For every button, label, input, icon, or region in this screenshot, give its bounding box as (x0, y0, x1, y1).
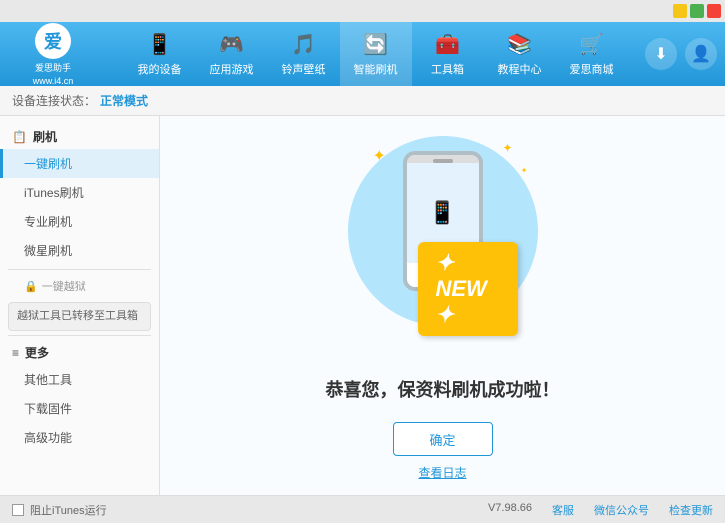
sidebar-section-more: ≡ 更多 (0, 340, 159, 365)
nav-label-device: 我的设备 (138, 61, 182, 77)
sidebar-item-pro[interactable]: 专业刷机 (0, 207, 159, 236)
sidebar-item-itunes[interactable]: iTunes刷机 (0, 178, 159, 207)
logo-url: www.i4.cn (33, 76, 74, 86)
nav-item-tools[interactable]: 🧰 工具箱 (412, 22, 484, 86)
success-text: 恭喜您，保资料刷机成功啦！ (326, 376, 560, 402)
header: 爱 爱思助手 www.i4.cn 📱 我的设备 🎮 应用游戏 🎵 铃声壁纸 🔄 … (0, 22, 725, 86)
apps-icon: 🎮 (219, 32, 244, 57)
status-label: 设备连接状态： (12, 92, 96, 109)
sidebar-item-micro[interactable]: 微星刷机 (0, 236, 159, 265)
main-layout: 📋 刷机 一键刷机 iTunes刷机 专业刷机 微星刷机 🔒 一键越狱 (0, 116, 725, 495)
sidebar-label-itunes: iTunes刷机 (24, 186, 84, 200)
sidebar-label-pro: 专业刷机 (24, 215, 72, 229)
nav-item-apps[interactable]: 🎮 应用游戏 (196, 22, 268, 86)
sidebar-section-jailbreak: 🔒 一键越狱 (0, 274, 159, 298)
nav-item-device[interactable]: 📱 我的设备 (124, 22, 196, 86)
sidebar-divider-2 (8, 335, 151, 336)
nav-label-shop: 爱思商城 (570, 61, 614, 77)
nav-label-apps: 应用游戏 (210, 61, 254, 77)
minimize-btn[interactable] (673, 4, 687, 18)
phone-illustration: ✦ ✦ ✦ 📱 ✦ NEW ✦ (343, 136, 543, 356)
shop-icon: 🛒 (579, 32, 604, 57)
confirm-button[interactable]: 确定 (393, 422, 493, 456)
sidebar-label-download-firmware: 下载固件 (24, 402, 72, 416)
nav-item-tutorial[interactable]: 📚 教程中心 (484, 22, 556, 86)
nav-label-tools: 工具箱 (431, 61, 464, 77)
wechat-official-link[interactable]: 微信公众号 (594, 502, 649, 518)
sidebar: 📋 刷机 一键刷机 iTunes刷机 专业刷机 微星刷机 🔒 一键越狱 (0, 116, 160, 495)
stop-itunes-checkbox[interactable] (12, 504, 24, 516)
maximize-btn[interactable] (690, 4, 704, 18)
download-btn[interactable]: ⬇ (645, 38, 677, 70)
nav-item-shop[interactable]: 🛒 爱思商城 (556, 22, 628, 86)
sparkle-2: ✦ (502, 141, 512, 155)
nav-items: 📱 我的设备 🎮 应用游戏 🎵 铃声壁纸 🔄 智能刷机 🧰 工具箱 📚 (106, 22, 645, 86)
footer-left: 阻止iTunes运行 (12, 502, 107, 518)
footer-right: V7.98.66 客服 微信公众号 检查更新 (488, 502, 713, 518)
device-icon: 📱 (147, 32, 172, 57)
confirm-label: 确定 (429, 430, 455, 449)
sidebar-label-other-tools: 其他工具 (24, 373, 72, 387)
sidebar-jailbreak-notice: 越狱工具已转移至工具箱 (8, 302, 151, 331)
tutorial-icon: 📚 (507, 32, 532, 57)
status-bar: 设备连接状态： 正常模式 (0, 86, 725, 116)
new-badge-stars-left: ✦ (436, 250, 454, 275)
title-bar (0, 0, 725, 22)
more-section-icon: ≡ (12, 346, 19, 360)
nav-item-smart[interactable]: 🔄 智能刷机 (340, 22, 412, 86)
ringtone-icon: 🎵 (291, 32, 316, 57)
close-btn[interactable] (707, 4, 721, 18)
new-badge-text: NEW (436, 276, 487, 301)
nav-label-smart: 智能刷机 (354, 61, 398, 77)
notice-text: 越狱工具已转移至工具箱 (17, 310, 138, 322)
sidebar-label-micro: 微星刷机 (24, 244, 72, 258)
check-update-link[interactable]: 检查更新 (669, 502, 713, 518)
new-badge-stars-right: ✦ (436, 302, 454, 327)
sidebar-divider-1 (8, 269, 151, 270)
version-number: V7.98.66 (488, 502, 532, 518)
lock-icon: 🔒 (24, 280, 38, 293)
content-area: ✦ ✦ ✦ 📱 ✦ NEW ✦ (160, 116, 725, 495)
sparkle-1: ✦ (373, 146, 386, 166)
header-right: ⬇ 👤 (645, 38, 717, 70)
sidebar-item-advanced[interactable]: 高级功能 (0, 423, 159, 452)
sidebar-section-flash-label: 刷机 (33, 128, 57, 145)
logo-title: 爱思助手 (35, 61, 71, 74)
smart-icon: 🔄 (363, 32, 388, 57)
logo-icon: 爱 (35, 23, 71, 59)
log-link[interactable]: 查看日志 (418, 464, 466, 481)
stop-itunes-label: 阻止iTunes运行 (30, 502, 107, 518)
sidebar-item-download-firmware[interactable]: 下载固件 (0, 394, 159, 423)
logo-area: 爱 爱思助手 www.i4.cn (8, 23, 98, 86)
nav-label-tutorial: 教程中心 (498, 61, 542, 77)
sidebar-item-onekey[interactable]: 一键刷机 (0, 149, 159, 178)
new-badge: ✦ NEW ✦ (418, 242, 518, 336)
sidebar-item-other-tools[interactable]: 其他工具 (0, 365, 159, 394)
tools-icon: 🧰 (435, 32, 460, 57)
sparkle-3: ✦ (521, 166, 528, 175)
user-btn[interactable]: 👤 (685, 38, 717, 70)
status-value: 正常模式 (100, 92, 148, 109)
flash-section-icon: 📋 (12, 130, 27, 144)
jailbreak-label: 一键越狱 (42, 278, 86, 294)
sidebar-label-advanced: 高级功能 (24, 431, 72, 445)
sidebar-section-more-label: 更多 (25, 344, 49, 361)
nav-label-ringtone: 铃声壁纸 (282, 61, 326, 77)
app-container: 爱 爱思助手 www.i4.cn 📱 我的设备 🎮 应用游戏 🎵 铃声壁纸 🔄 … (0, 0, 725, 523)
sidebar-label-onekey: 一键刷机 (24, 157, 72, 171)
version-bar: 阻止iTunes运行 V7.98.66 客服 微信公众号 检查更新 (0, 495, 725, 523)
main-content: ✦ ✦ ✦ 📱 ✦ NEW ✦ (160, 116, 725, 495)
nav-item-ringtone[interactable]: 🎵 铃声壁纸 (268, 22, 340, 86)
customer-service-link[interactable]: 客服 (552, 502, 574, 518)
sidebar-section-flash: 📋 刷机 (0, 124, 159, 149)
